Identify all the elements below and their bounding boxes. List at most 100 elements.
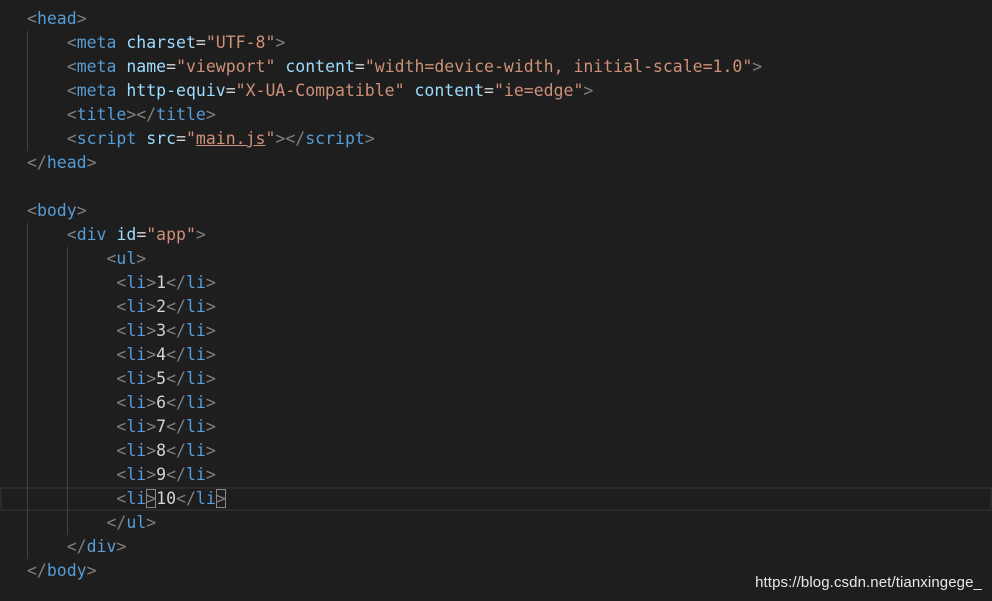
- token-punc: </: [166, 393, 186, 412]
- code-line[interactable]: <title></title>: [0, 103, 992, 127]
- watermark: https://blog.csdn.net/tianxingege_: [755, 574, 982, 591]
- token-punc: >: [76, 201, 87, 220]
- token-tag: title: [76, 105, 127, 124]
- indent-guide: [27, 127, 28, 151]
- token-punc: >: [146, 393, 157, 412]
- token-tag: head: [46, 153, 87, 172]
- token-punc: <: [116, 465, 127, 484]
- token-tag: li: [126, 321, 147, 340]
- indent-guide: [27, 343, 28, 367]
- code-line[interactable]: </div>: [0, 535, 992, 559]
- token-eq: =: [176, 129, 186, 148]
- token-punc: >: [215, 489, 226, 508]
- token-tag: body: [46, 561, 87, 580]
- token-eq: =: [136, 225, 147, 244]
- code-lines[interactable]: <head> <meta charset="UTF-8"> <meta name…: [0, 7, 992, 583]
- code-line[interactable]: <body>: [0, 199, 992, 223]
- token-punc: >: [364, 129, 375, 148]
- token-text: 5: [156, 369, 167, 388]
- token-punc: </: [27, 561, 47, 580]
- indent-guide: [67, 487, 68, 511]
- indent-guide: [27, 391, 28, 415]
- indent-guide: [27, 55, 28, 79]
- token-tag: title: [156, 105, 206, 124]
- code-line[interactable]: <li>6</li>: [0, 391, 992, 415]
- token-tag: li: [195, 489, 216, 508]
- token-attr: name: [126, 57, 167, 76]
- token-text: 4: [156, 345, 167, 364]
- code-line[interactable]: <li>1</li>: [0, 271, 992, 295]
- token-punc: >: [205, 465, 216, 484]
- token-punc: >: [205, 321, 216, 340]
- code-line[interactable]: <li>5</li>: [0, 367, 992, 391]
- token-punc: <: [116, 369, 127, 388]
- token-eq: =: [484, 81, 494, 100]
- token-text: 2: [156, 297, 167, 316]
- token-tag: li: [185, 393, 206, 412]
- token-punc: >: [146, 441, 157, 460]
- indent-guide: [67, 247, 68, 271]
- code-line[interactable]: <head>: [0, 7, 992, 31]
- code-editor[interactable]: <head> <meta charset="UTF-8"> <meta name…: [0, 0, 992, 601]
- token-tag: script: [76, 129, 137, 148]
- code-line[interactable]: [0, 175, 992, 199]
- code-line[interactable]: <meta http-equiv="X-UA-Compatible" conte…: [0, 79, 992, 103]
- code-line[interactable]: <ul>: [0, 247, 992, 271]
- code-line[interactable]: </head>: [0, 151, 992, 175]
- indent-guide: [27, 319, 28, 343]
- code-line[interactable]: <li>2</li>: [0, 295, 992, 319]
- token-punc: <: [116, 393, 127, 412]
- token-punc: >: [146, 321, 157, 340]
- code-line[interactable]: <li>7</li>: [0, 415, 992, 439]
- token-text: 6: [156, 393, 167, 412]
- code-line[interactable]: </ul>: [0, 511, 992, 535]
- bracket-match: >: [146, 489, 157, 508]
- token-str: ": [265, 129, 276, 148]
- token-punc: </: [166, 417, 186, 436]
- code-line[interactable]: <script src="main.js"></script>: [0, 127, 992, 151]
- code-line[interactable]: <li>8</li>: [0, 439, 992, 463]
- token-punc: >: [86, 561, 97, 580]
- indent-guide: [67, 271, 68, 295]
- token-tag: li: [185, 417, 206, 436]
- token-punc: >: [205, 369, 216, 388]
- token-punc: >: [146, 417, 157, 436]
- token-punc: >: [146, 369, 157, 388]
- indent-guide: [67, 415, 68, 439]
- token-str: "X-UA-Compatible": [235, 81, 405, 100]
- token-punc: <: [116, 441, 127, 460]
- token-punc: >: [146, 465, 157, 484]
- token-attr: charset: [126, 33, 196, 52]
- indent-guide: [27, 439, 28, 463]
- token-tag: li: [185, 441, 206, 460]
- token-punc: >: [146, 489, 157, 508]
- indent-guide: [27, 295, 28, 319]
- token-text: 1: [156, 273, 167, 292]
- indent-guide: [27, 223, 28, 247]
- token-tag: li: [185, 321, 206, 340]
- code-line[interactable]: <li>10</li>: [0, 487, 992, 511]
- code-line[interactable]: <li>4</li>: [0, 343, 992, 367]
- token-punc: <: [27, 9, 37, 28]
- code-line[interactable]: <meta name="viewport" content="width=dev…: [0, 55, 992, 79]
- indent-guide: [67, 295, 68, 319]
- token-eq: =: [225, 81, 236, 100]
- code-line[interactable]: <li>9</li>: [0, 463, 992, 487]
- code-line[interactable]: <li>3</li>: [0, 319, 992, 343]
- token-tag: li: [185, 345, 206, 364]
- token-punc: >: [86, 153, 97, 172]
- token-tag: li: [185, 465, 206, 484]
- code-line[interactable]: <meta charset="UTF-8">: [0, 31, 992, 55]
- token-tag: li: [185, 273, 206, 292]
- token-punc: >: [583, 81, 594, 100]
- code-line[interactable]: <div id="app">: [0, 223, 992, 247]
